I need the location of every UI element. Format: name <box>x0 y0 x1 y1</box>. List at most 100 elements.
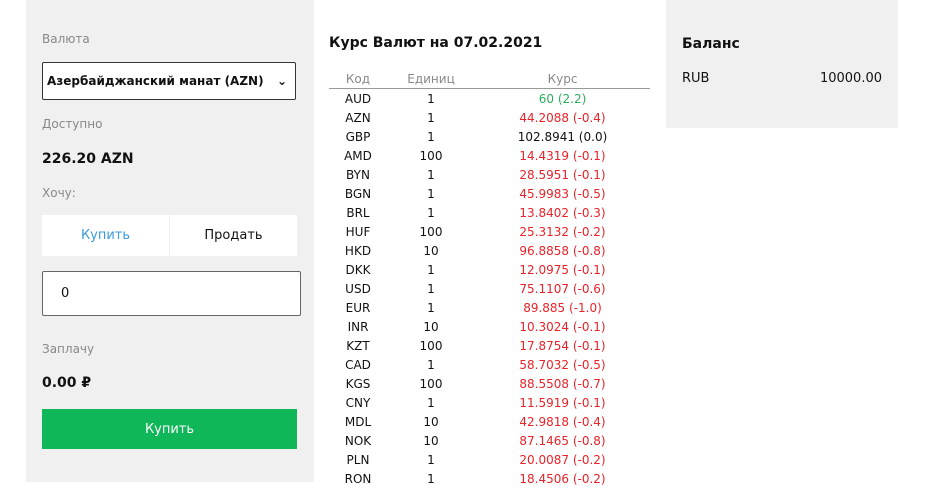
rate-cell: 89.885 (-1.0) <box>475 298 650 317</box>
table-row: PLN120.0087 (-0.2) <box>329 450 650 469</box>
table-row: BRL113.8402 (-0.3) <box>329 203 650 222</box>
currency-select-value: Азербайджанский манат (AZN) <box>47 74 275 88</box>
table-row: USD175.1107 (-0.6) <box>329 279 650 298</box>
table-row: AZN144.2088 (-0.4) <box>329 108 650 127</box>
currency-code-cell: INR <box>329 317 387 336</box>
currency-code-cell: RON <box>329 469 387 488</box>
currency-code-cell: KZT <box>329 336 387 355</box>
table-row: AUD160 (2.2) <box>329 89 650 109</box>
rate-cell: 25.3132 (-0.2) <box>475 222 650 241</box>
table-row: INR1010.3024 (-0.1) <box>329 317 650 336</box>
units-cell: 1 <box>387 184 475 203</box>
currency-select[interactable]: Азербайджанский манат (AZN) ⌄ <box>42 62 296 100</box>
table-row: DKK112.0975 (-0.1) <box>329 260 650 279</box>
currency-code-cell: NOK <box>329 431 387 450</box>
pay-label: Заплачу <box>42 342 94 356</box>
rate-cell: 45.9983 (-0.5) <box>475 184 650 203</box>
units-cell: 1 <box>387 279 475 298</box>
currency-code-cell: KGS <box>329 374 387 393</box>
column-header-code: Код <box>329 70 387 89</box>
rate-cell: 12.0975 (-0.1) <box>475 260 650 279</box>
buy-toggle-button[interactable]: Купить <box>42 215 169 256</box>
want-label: Хочу: <box>42 186 76 200</box>
rates-body: AUD160 (2.2)AZN144.2088 (-0.4)GBP1102.89… <box>329 89 650 488</box>
buy-button[interactable]: Купить <box>42 409 297 449</box>
rate-cell: 75.1107 (-0.6) <box>475 279 650 298</box>
table-row: KZT10017.8754 (-0.1) <box>329 336 650 355</box>
currency-code-cell: HKD <box>329 241 387 260</box>
currency-code-cell: AUD <box>329 89 387 109</box>
units-cell: 1 <box>387 260 475 279</box>
table-row: NOK1087.1465 (-0.8) <box>329 431 650 450</box>
rate-cell: 42.9818 (-0.4) <box>475 412 650 431</box>
table-row: BGN145.9983 (-0.5) <box>329 184 650 203</box>
currency-code-cell: AZN <box>329 108 387 127</box>
units-cell: 1 <box>387 450 475 469</box>
balance-panel: Баланс RUB 10000.00 <box>666 0 898 128</box>
currency-label: Валюта <box>42 32 90 46</box>
units-cell: 1 <box>387 165 475 184</box>
currency-code-cell: BGN <box>329 184 387 203</box>
units-cell: 100 <box>387 222 475 241</box>
rate-cell: 13.8402 (-0.3) <box>475 203 650 222</box>
rate-cell: 10.3024 (-0.1) <box>475 317 650 336</box>
sell-toggle-button[interactable]: Продать <box>169 215 297 256</box>
amount-input[interactable] <box>42 271 301 316</box>
available-label: Доступно <box>42 117 102 131</box>
units-cell: 1 <box>387 298 475 317</box>
currency-code-cell: GBP <box>329 127 387 146</box>
currency-code-cell: PLN <box>329 450 387 469</box>
units-cell: 10 <box>387 431 475 450</box>
currency-code-cell: BYN <box>329 165 387 184</box>
currency-code-cell: MDL <box>329 412 387 431</box>
units-cell: 1 <box>387 355 475 374</box>
units-cell: 1 <box>387 127 475 146</box>
rate-cell: 96.8858 (-0.8) <box>475 241 650 260</box>
table-row: AMD10014.4319 (-0.1) <box>329 146 650 165</box>
pay-value: 0.00 ₽ <box>42 375 91 391</box>
balance-amount: 10000.00 <box>820 71 882 86</box>
rate-cell: 102.8941 (0.0) <box>475 127 650 146</box>
units-cell: 10 <box>387 317 475 336</box>
table-row: KGS10088.5508 (-0.7) <box>329 374 650 393</box>
rate-cell: 44.2088 (-0.4) <box>475 108 650 127</box>
units-cell: 1 <box>387 108 475 127</box>
currency-code-cell: BRL <box>329 203 387 222</box>
units-cell: 10 <box>387 412 475 431</box>
table-row: CAD158.7032 (-0.5) <box>329 355 650 374</box>
table-row: CNY111.5919 (-0.1) <box>329 393 650 412</box>
rate-cell: 87.1465 (-0.8) <box>475 431 650 450</box>
units-cell: 100 <box>387 336 475 355</box>
units-cell: 1 <box>387 89 475 109</box>
table-row: GBP1102.8941 (0.0) <box>329 127 650 146</box>
rate-cell: 14.4319 (-0.1) <box>475 146 650 165</box>
column-header-rate: Курс <box>475 70 650 89</box>
currency-code-cell: USD <box>329 279 387 298</box>
units-cell: 1 <box>387 393 475 412</box>
table-row: EUR189.885 (-1.0) <box>329 298 650 317</box>
table-row: RON118.4506 (-0.2) <box>329 469 650 488</box>
available-value: 226.20 AZN <box>42 151 134 167</box>
currency-code-cell: DKK <box>329 260 387 279</box>
exchange-panel: Валюта Азербайджанский манат (AZN) ⌄ Дос… <box>26 0 314 482</box>
currency-code-cell: HUF <box>329 222 387 241</box>
currency-code-cell: AMD <box>329 146 387 165</box>
rate-cell: 20.0087 (-0.2) <box>475 450 650 469</box>
table-row: MDL1042.9818 (-0.4) <box>329 412 650 431</box>
table-row: BYN128.5951 (-0.1) <box>329 165 650 184</box>
rate-cell: 28.5951 (-0.1) <box>475 165 650 184</box>
rates-table: Код Единиц Курс AUD160 (2.2)AZN144.2088 … <box>329 70 650 488</box>
column-header-units: Единиц <box>387 70 475 89</box>
rate-cell: 60 (2.2) <box>475 89 650 109</box>
table-row: HKD1096.8858 (-0.8) <box>329 241 650 260</box>
buy-sell-toggle: Купить Продать <box>42 215 297 256</box>
balance-title: Баланс <box>682 36 740 52</box>
rates-title: Курс Валют на 07.02.2021 <box>329 35 542 51</box>
chevron-down-icon: ⌄ <box>275 74 289 88</box>
rate-cell: 11.5919 (-0.1) <box>475 393 650 412</box>
rate-cell: 58.7032 (-0.5) <box>475 355 650 374</box>
currency-code-cell: CNY <box>329 393 387 412</box>
table-row: HUF10025.3132 (-0.2) <box>329 222 650 241</box>
units-cell: 1 <box>387 203 475 222</box>
rate-cell: 18.4506 (-0.2) <box>475 469 650 488</box>
